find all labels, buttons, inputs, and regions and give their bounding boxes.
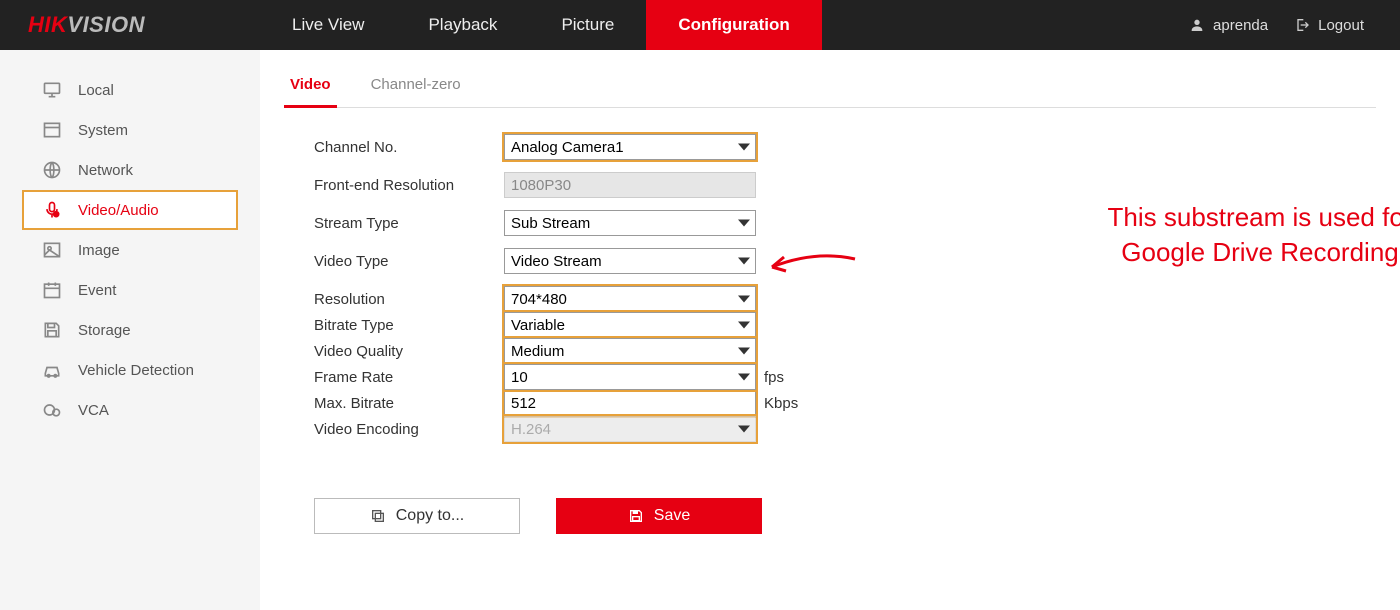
monitor-icon: [42, 80, 62, 100]
video-form: Channel No. Analog Camera1 Front-end Res…: [314, 128, 1376, 448]
sidebar-item-system[interactable]: System: [0, 110, 260, 150]
brand-logo: HIKVISION: [0, 12, 260, 38]
nav-picture[interactable]: Picture: [529, 0, 646, 50]
label-resolution: Resolution: [314, 291, 504, 308]
select-resolution[interactable]: 704*480: [504, 286, 756, 312]
sidebar-item-event[interactable]: Event: [0, 270, 260, 310]
logout-label: Logout: [1318, 17, 1364, 34]
globe-icon: [42, 160, 62, 180]
logout-button[interactable]: Logout: [1294, 17, 1364, 34]
copy-to-button[interactable]: Copy to...: [314, 498, 520, 534]
label-frame-rate: Frame Rate: [314, 369, 504, 386]
label-max-bitrate: Max. Bitrate: [314, 395, 504, 412]
calendar-icon: [42, 280, 62, 300]
mic-icon: [42, 200, 62, 220]
select-frame-rate[interactable]: 10: [504, 364, 756, 390]
sidebar-item-vca[interactable]: VCA: [0, 390, 260, 430]
vca-icon: [42, 400, 62, 420]
window-icon: [42, 120, 62, 140]
select-video-encoding: H.264: [504, 416, 756, 442]
content: Video Channel-zero Channel No. Analog Ca…: [260, 50, 1400, 610]
annotation-arrow: [760, 245, 860, 285]
copy-to-label: Copy to...: [396, 507, 464, 525]
unit-fps: fps: [764, 369, 784, 386]
save-label: Save: [654, 507, 690, 525]
sidebar-item-label: Storage: [78, 322, 131, 339]
sidebar-item-label: Local: [78, 82, 114, 99]
row-channel-no: Channel No. Analog Camera1: [314, 128, 1376, 166]
user-name: aprenda: [1213, 17, 1268, 34]
nav-playback[interactable]: Playback: [396, 0, 529, 50]
annotation-line2: Google Drive Recording: [1050, 235, 1400, 270]
sidebar-item-label: Network: [78, 162, 133, 179]
logout-icon: [1294, 17, 1310, 33]
sidebar-item-label: Vehicle Detection: [78, 362, 194, 379]
image-icon: [42, 240, 62, 260]
user-icon: [1189, 17, 1205, 33]
annotation-text: This substream is used for Google Drive …: [1050, 200, 1400, 270]
annotation-line1: This substream is used for: [1050, 200, 1400, 235]
select-video-type[interactable]: Video Stream: [504, 248, 756, 274]
nav-live-view[interactable]: Live View: [260, 0, 396, 50]
sidebar-item-label: Image: [78, 242, 120, 259]
save-icon: [628, 508, 644, 524]
sidebar-item-storage[interactable]: Storage: [0, 310, 260, 350]
sidebar-item-label: System: [78, 122, 128, 139]
sidebar-item-label: Event: [78, 282, 116, 299]
label-channel-no: Channel No.: [314, 139, 504, 156]
tab-video[interactable]: Video: [284, 66, 337, 108]
row-video-encoding: Video Encoding H.264: [314, 410, 1376, 448]
select-bitrate-type[interactable]: Variable: [504, 312, 756, 338]
button-row: Copy to... Save: [314, 498, 1376, 534]
label-frontend-res: Front-end Resolution: [314, 177, 504, 194]
label-stream-type: Stream Type: [314, 215, 504, 232]
select-video-quality[interactable]: Medium: [504, 338, 756, 364]
save-icon: [42, 320, 62, 340]
select-stream-type[interactable]: Sub Stream: [504, 210, 756, 236]
tab-channel-zero[interactable]: Channel-zero: [365, 66, 467, 108]
copy-icon: [370, 508, 386, 524]
row-frontend-res: Front-end Resolution: [314, 166, 1376, 204]
sidebar-item-image[interactable]: Image: [0, 230, 260, 270]
top-nav: Live View Playback Picture Configuration: [260, 0, 822, 50]
select-channel-no[interactable]: Analog Camera1: [504, 134, 756, 160]
sidebar-item-video-audio[interactable]: Video/Audio: [22, 190, 238, 230]
nav-configuration[interactable]: Configuration: [646, 0, 821, 50]
user-area: aprenda Logout: [1189, 17, 1400, 34]
unit-kbps: Kbps: [764, 395, 798, 412]
label-video-encoding: Video Encoding: [314, 421, 504, 438]
sidebar-item-label: Video/Audio: [78, 202, 159, 219]
car-icon: [42, 360, 62, 380]
input-frontend-res: [504, 172, 756, 198]
label-bitrate-type: Bitrate Type: [314, 317, 504, 334]
save-button[interactable]: Save: [556, 498, 762, 534]
top-bar: HIKVISION Live View Playback Picture Con…: [0, 0, 1400, 50]
input-max-bitrate[interactable]: [504, 390, 756, 416]
sidebar-item-network[interactable]: Network: [0, 150, 260, 190]
label-video-type: Video Type: [314, 253, 504, 270]
sidebar-item-local[interactable]: Local: [0, 70, 260, 110]
label-video-quality: Video Quality: [314, 343, 504, 360]
content-tabs: Video Channel-zero: [284, 66, 1376, 108]
user-profile[interactable]: aprenda: [1189, 17, 1268, 34]
sidebar-item-label: VCA: [78, 402, 109, 419]
sidebar: Local System Network Video/Audio Image E…: [0, 50, 260, 610]
sidebar-item-vehicle[interactable]: Vehicle Detection: [0, 350, 260, 390]
